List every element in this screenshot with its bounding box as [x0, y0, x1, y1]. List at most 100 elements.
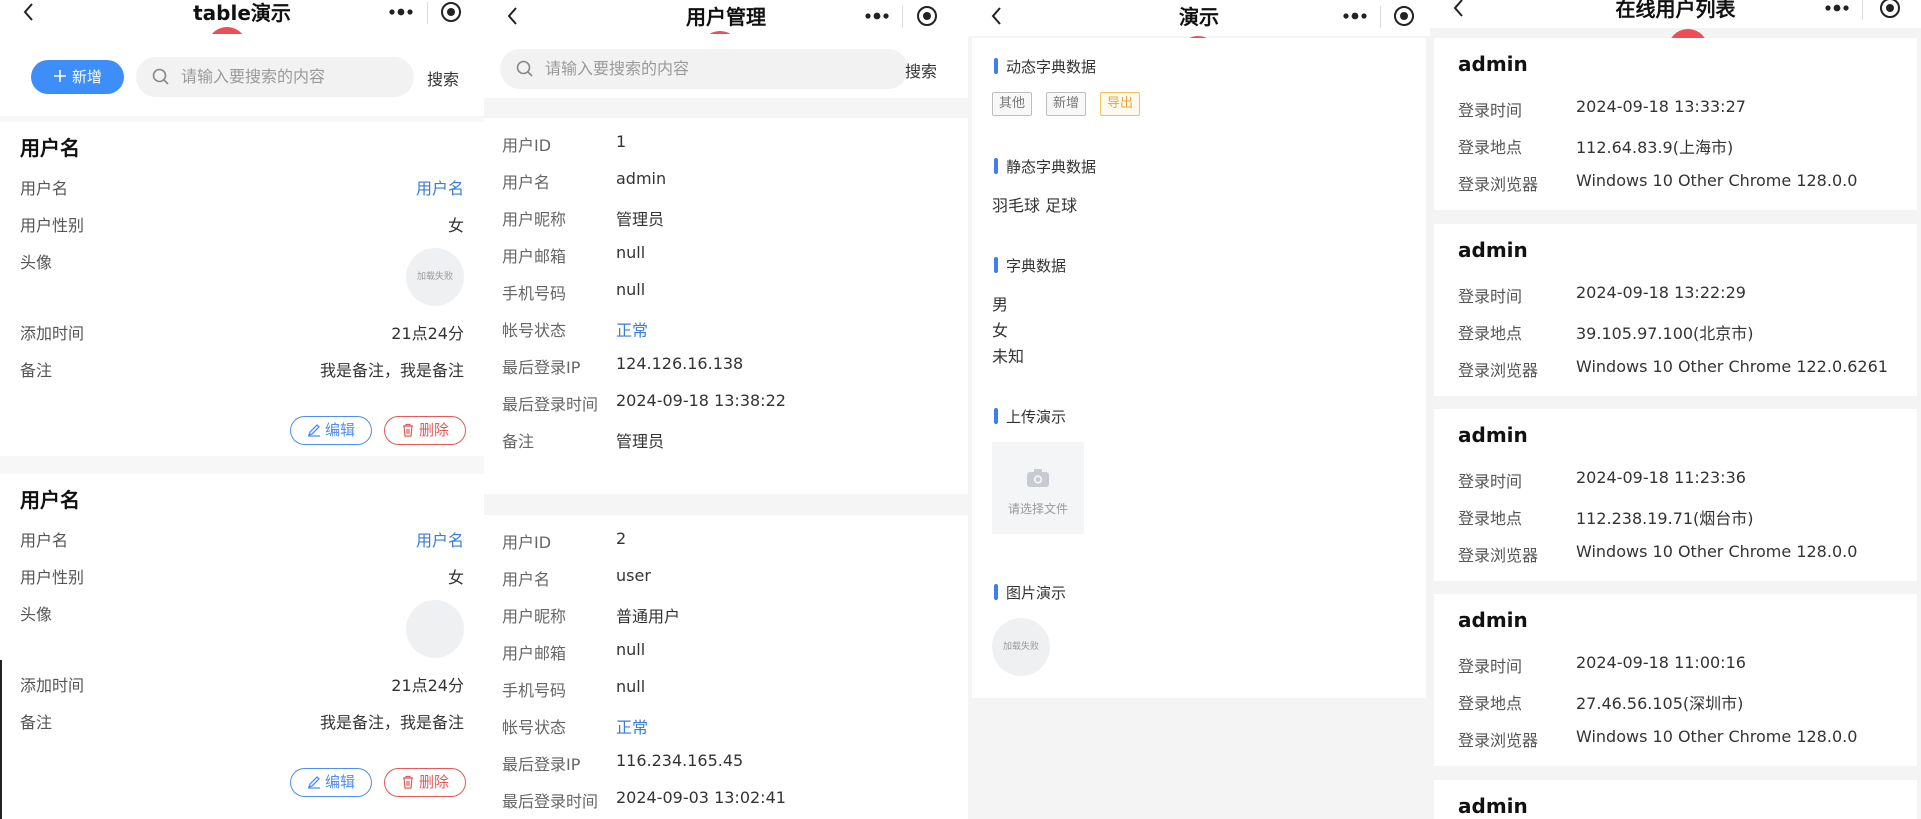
field-label: 最后登录IP: [502, 358, 581, 377]
session-card[interactable]: admin 登录时间 2024-09-18 13:33:27 登录地点 112.…: [1434, 38, 1917, 210]
login-browser: Windows 10 Other Chrome 128.0.0: [1576, 727, 1858, 746]
field-label: 用户名: [502, 570, 551, 589]
more-icon[interactable]: [1340, 4, 1370, 30]
field-label: 用户性别: [20, 568, 85, 587]
field-value: 管理员: [616, 432, 665, 451]
close-miniprogram-icon[interactable]: [1391, 4, 1417, 30]
field-value: 管理员: [616, 210, 665, 229]
field-label: 手机号码: [502, 284, 567, 303]
field-label: 用户ID: [502, 136, 552, 155]
field-value: admin: [616, 169, 667, 188]
panel-online-users: 在线用户列表 4 admin 登录时间 2024-09-18 13:33:27 …: [1430, 0, 1921, 819]
field-label: 用户名: [20, 179, 69, 198]
field-label: 添加时间: [20, 676, 85, 695]
user-card[interactable]: 用户ID 1 用户名 admin 用户昵称 管理员 用户邮箱 null 手机号码…: [484, 118, 968, 494]
delete-button[interactable]: 删除: [384, 416, 466, 445]
record-card: 用户名 用户名 用户名 用户性别 女 头像 加载失败 添加时间 21点24分 备…: [0, 122, 484, 456]
field-label: 帐号状态: [502, 718, 567, 737]
field-label: 登录地点: [1458, 324, 1523, 343]
demo-content: 动态字典数据 其他 新增 导出 静态字典数据 羽毛球 足球 字典数据 男 女 未…: [972, 38, 1426, 698]
search-icon: [152, 68, 169, 85]
field-value: 2: [616, 529, 627, 548]
field-value[interactable]: 用户名: [416, 527, 464, 551]
section-title: 图片演示: [994, 582, 1066, 603]
dict-value: 男: [992, 295, 1009, 314]
more-icon[interactable]: [386, 0, 416, 26]
field-label: 头像: [20, 605, 53, 624]
session-user: admin: [1458, 608, 1528, 632]
delete-button[interactable]: 删除: [384, 768, 466, 797]
plus-icon: [54, 70, 67, 82]
nav-bar: table演示: [0, 0, 484, 34]
field-value: user: [616, 566, 651, 585]
session-card[interactable]: admin 登录时间 2024-09-18 11:00:16 登录地点 27.4…: [1434, 594, 1917, 766]
field-label: 用户昵称: [502, 210, 567, 229]
search-placeholder: 请输入要搜索的内容: [545, 59, 690, 78]
panel-table-demo: table演示 1 新增 请输入要搜索的内容 搜索 用户名 用户名 用户名 用户…: [0, 0, 484, 819]
field-value: 女: [447, 216, 464, 235]
status-badge: 正常: [616, 321, 649, 340]
section-title: 静态字典数据: [994, 156, 1096, 177]
field-value: null: [616, 243, 646, 262]
static-dict-values: 羽毛球 足球: [992, 196, 1078, 215]
login-time: 2024-09-18 13:33:27: [1576, 97, 1746, 116]
camera-icon: [1027, 469, 1049, 487]
field-value: null: [616, 677, 646, 696]
edit-label: 编辑: [324, 773, 355, 791]
login-location: 39.105.97.100(北京市): [1576, 324, 1754, 343]
panel-demo: 演示 3 动态字典数据 其他 新增 导出 静态字典数据 羽毛球 足球 字典数据 …: [968, 0, 1430, 819]
dict-value: 未知: [992, 347, 1025, 366]
close-miniprogram-icon[interactable]: [1877, 0, 1903, 22]
field-label: 用户邮箱: [502, 644, 567, 663]
user-card[interactable]: 用户ID 2 用户名 user 用户昵称 普通用户 用户邮箱 null 手机号码…: [484, 515, 968, 819]
upload-label: 请选择文件: [1007, 502, 1068, 516]
field-label: 用户性别: [20, 216, 85, 235]
field-value: 女: [447, 568, 464, 587]
field-label: 最后登录时间: [502, 395, 599, 414]
session-user: admin: [1458, 423, 1528, 447]
field-label: 登录浏览器: [1458, 175, 1539, 194]
edit-button[interactable]: 编辑: [290, 416, 372, 445]
field-value: 116.234.165.45: [616, 751, 744, 770]
field-label: 用户昵称: [502, 607, 567, 626]
nav-divider: [427, 2, 428, 24]
add-button[interactable]: 新增: [31, 60, 124, 94]
field-value: 普通用户: [616, 607, 681, 626]
delete-label: 删除: [418, 421, 449, 439]
field-label: 登录浏览器: [1458, 731, 1539, 750]
session-card[interactable]: admin 登录时间 2024-09-18 11:23:36 登录地点 112.…: [1434, 409, 1917, 581]
search-input[interactable]: 请输入要搜索的内容: [500, 49, 908, 89]
file-upload-button[interactable]: 请选择文件: [992, 442, 1084, 534]
search-button[interactable]: 搜索: [427, 66, 459, 90]
session-card[interactable]: admin 登录时间 2024-09-18 13:22:29 登录地点 39.1…: [1434, 224, 1917, 396]
field-value[interactable]: 用户名: [416, 175, 464, 199]
field-label: 登录时间: [1458, 657, 1523, 676]
edit-label: 编辑: [324, 421, 355, 439]
more-icon[interactable]: [862, 4, 892, 30]
login-browser: Windows 10 Other Chrome 122.0.6261: [1576, 357, 1888, 376]
close-miniprogram-icon[interactable]: [914, 4, 940, 30]
search-icon: [516, 60, 533, 77]
more-icon[interactable]: [1822, 0, 1852, 22]
field-label: 帐号状态: [502, 321, 567, 340]
field-label: 最后登录时间: [502, 792, 599, 811]
field-label: 登录时间: [1458, 101, 1523, 120]
field-value: null: [616, 280, 646, 299]
dict-tag: 导出: [1100, 92, 1141, 116]
edit-icon: [307, 424, 320, 437]
search-input[interactable]: 请输入要搜索的内容: [136, 57, 414, 97]
card-title: 用户名: [20, 136, 80, 160]
demo-image[interactable]: 加载失败: [992, 618, 1050, 676]
edit-button[interactable]: 编辑: [290, 768, 372, 797]
field-label: 用户ID: [502, 533, 552, 552]
trash-icon: [402, 423, 413, 437]
field-value: 我是备注，我是备注: [319, 713, 464, 732]
status-badge: 正常: [616, 718, 649, 737]
session-card[interactable]: admin: [1434, 780, 1917, 819]
search-button[interactable]: 搜索: [905, 58, 937, 82]
session-user: admin: [1458, 238, 1528, 262]
card-title: 用户名: [20, 488, 80, 512]
nav-divider: [1380, 6, 1381, 28]
add-button-label: 新增: [71, 68, 102, 86]
close-miniprogram-icon[interactable]: [438, 0, 464, 26]
